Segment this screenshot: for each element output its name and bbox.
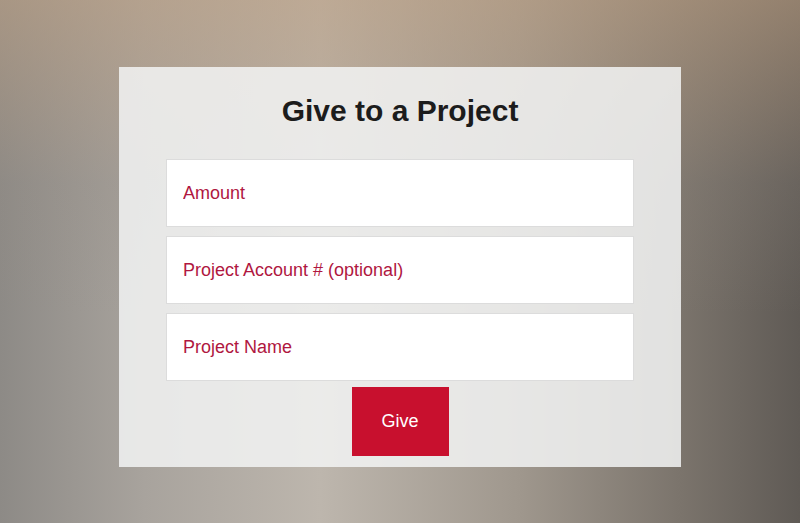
give-page: Give to a Project Give [0,0,800,523]
text-field[interactable] [166,159,634,227]
text-field[interactable] [166,236,634,304]
give-button[interactable]: Give [352,387,449,456]
give-form-panel: Give to a Project Give [119,67,681,467]
text-field[interactable] [166,313,634,381]
form-title: Give to a Project [282,91,519,131]
background-photo: Give to a Project Give [0,0,800,523]
form-fields [166,159,634,381]
